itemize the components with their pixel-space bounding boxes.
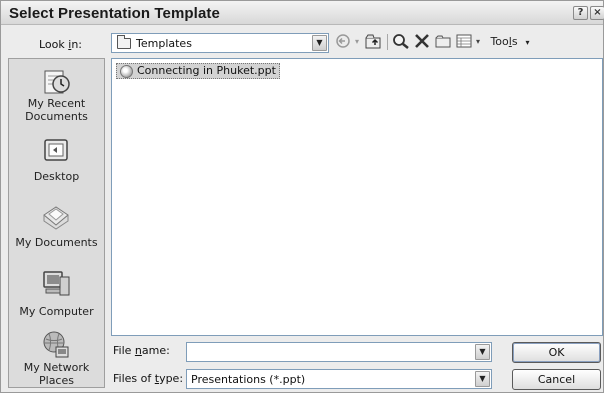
- views-icon[interactable]: [455, 33, 473, 51]
- title-bar[interactable]: Select Presentation Template ? ×: [1, 1, 604, 25]
- places-bar: My Recent Documents Desktop My Documents: [8, 58, 105, 388]
- folder-icon: [117, 35, 131, 49]
- file-name-mnemonic: n: [134, 344, 142, 357]
- search-web-icon[interactable]: [392, 33, 410, 51]
- file-name-input[interactable]: ▼: [186, 342, 492, 362]
- dialog-toolbar: ▾ ▾ Tools ▾: [333, 31, 603, 53]
- desktop-icon: [44, 139, 68, 161]
- file-name-label-text: File: [113, 344, 135, 357]
- close-button[interactable]: ×: [590, 6, 604, 20]
- presentation-file-icon: [120, 65, 133, 78]
- file-name-label: File name:: [113, 344, 170, 357]
- place-label: My Documents: [15, 236, 98, 249]
- place-my-documents[interactable]: My Documents: [9, 195, 104, 255]
- help-button[interactable]: ?: [573, 6, 588, 20]
- ok-button[interactable]: OK: [512, 342, 601, 363]
- place-label: My Network Places: [23, 361, 90, 387]
- tools-label-suffix: s: [511, 35, 518, 48]
- up-one-level-icon[interactable]: [365, 33, 383, 51]
- file-name: Connecting in Phuket.ppt: [137, 64, 276, 77]
- look-in-dropdown-arrow[interactable]: ▼: [312, 35, 327, 51]
- place-my-recent-documents[interactable]: My Recent Documents: [9, 59, 104, 125]
- files-of-type-value: Presentations (*.ppt): [191, 373, 306, 386]
- my-documents-icon: [43, 206, 69, 230]
- chevron-down-icon: ▼: [479, 374, 486, 383]
- tools-label: Too: [490, 35, 509, 48]
- file-name-label-suffix: ame:: [141, 344, 170, 357]
- recent-documents-icon: [44, 70, 70, 94]
- tools-dropdown-icon: ▾: [525, 38, 530, 47]
- files-of-type-label-suffix: ype:: [159, 372, 184, 385]
- place-label: Desktop: [33, 170, 80, 183]
- look-in-label: Look in:: [39, 38, 82, 51]
- look-in-label-suffix: n:: [71, 38, 83, 51]
- files-of-type-dropdown[interactable]: Presentations (*.ppt) ▼: [186, 369, 492, 389]
- new-folder-icon[interactable]: [434, 33, 452, 51]
- place-label: My Computer: [19, 305, 94, 318]
- place-my-network-places[interactable]: My Network Places: [9, 327, 104, 389]
- place-my-computer[interactable]: My Computer: [9, 263, 104, 323]
- files-of-type-label-text: Files of: [113, 372, 155, 385]
- network-places-icon: [43, 331, 69, 358]
- place-label: My Recent Documents: [25, 97, 88, 123]
- cancel-button[interactable]: Cancel: [512, 369, 601, 390]
- tools-menu-button[interactable]: Tools ▾: [485, 33, 535, 51]
- views-dropdown-icon[interactable]: ▾: [474, 33, 482, 51]
- place-desktop[interactable]: Desktop: [9, 131, 104, 187]
- delete-icon[interactable]: [413, 33, 431, 51]
- look-in-label-text: Look: [39, 38, 69, 51]
- back-icon[interactable]: [335, 33, 351, 51]
- dialog-title: Select Presentation Template: [9, 5, 220, 22]
- look-in-value: Templates: [136, 37, 192, 50]
- file-list[interactable]: Connecting in Phuket.ppt: [111, 58, 603, 336]
- toolbar-separator: [387, 34, 388, 50]
- look-in-dropdown[interactable]: Templates ▼: [111, 33, 329, 53]
- file-name-dropdown-arrow[interactable]: ▼: [475, 344, 490, 360]
- back-dropdown-icon[interactable]: ▾: [353, 33, 361, 51]
- my-computer-icon: [43, 271, 70, 296]
- select-presentation-template-dialog: Select Presentation Template ? × Look in…: [0, 0, 604, 393]
- list-item[interactable]: Connecting in Phuket.ppt: [116, 63, 280, 79]
- files-of-type-label: Files of type:: [113, 372, 183, 385]
- chevron-down-icon: ▼: [316, 38, 323, 47]
- files-of-type-dropdown-arrow[interactable]: ▼: [475, 371, 490, 387]
- chevron-down-icon: ▼: [479, 347, 486, 356]
